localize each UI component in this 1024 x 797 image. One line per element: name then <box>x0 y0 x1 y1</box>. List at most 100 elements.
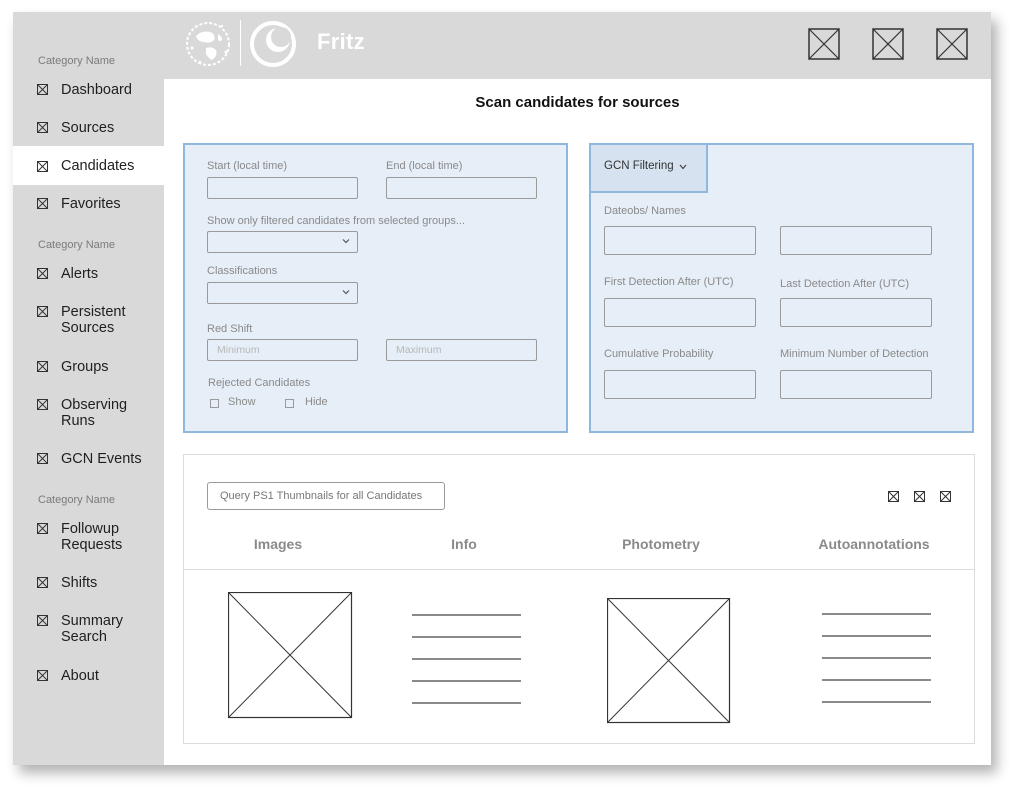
info-line-placeholder <box>412 614 521 616</box>
sidebar-item-about[interactable]: About <box>13 664 164 700</box>
sidebar-category-label: Category Name <box>38 494 116 506</box>
photometry-plot-placeholder <box>606 597 731 729</box>
autoannotation-line-placeholder <box>822 657 931 659</box>
sidebar-item-persistent-sources[interactable]: Persistent Sources <box>13 300 164 344</box>
results-header-divider <box>184 569 974 570</box>
column-header-images: Images <box>253 536 303 552</box>
cumulative-probability-label: Cumulative Probability <box>604 348 714 360</box>
moon-logo-icon[interactable] <box>248 19 298 69</box>
start-time-input[interactable] <box>207 177 358 199</box>
placeholder-x-icon <box>37 453 48 464</box>
redshift-min-placeholder: Minimum <box>217 344 260 356</box>
sidebar-item-observing-runs[interactable]: Observing Runs <box>13 393 164 437</box>
sidebar-item-label: Persistent Sources <box>61 304 126 336</box>
chevron-down-icon <box>342 239 350 244</box>
autoannotation-line-placeholder <box>822 701 931 703</box>
sidebar-item-groups[interactable]: Groups <box>13 355 164 391</box>
sidebar-item-label: Groups <box>61 359 109 375</box>
sidebar-item-label: About <box>61 668 99 684</box>
autoannotation-line-placeholder <box>822 679 931 681</box>
placeholder-x-icon <box>37 122 48 133</box>
candidate-image-placeholder <box>227 591 353 724</box>
sidebar-item-shifts[interactable]: Shifts <box>13 571 164 607</box>
cumulative-probability-input[interactable] <box>604 370 756 399</box>
redshift-label: Red Shift <box>207 323 253 335</box>
placeholder-x-icon <box>37 84 48 95</box>
redshift-max-input[interactable]: Maximum <box>386 339 537 361</box>
query-ps1-thumbnails-label: Query PS1 Thumbnails for all Candidates <box>220 490 423 502</box>
info-line-placeholder <box>412 658 521 660</box>
sidebar-item-label: Summary Search <box>61 613 124 645</box>
header-placeholder-icon[interactable] <box>872 28 904 60</box>
show-rejected-label: Show <box>228 396 256 408</box>
placeholder-x-icon <box>37 577 48 588</box>
header-placeholder-icon[interactable] <box>936 28 968 60</box>
placeholder-x-icon[interactable] <box>888 489 899 502</box>
placeholder-x-icon <box>37 198 48 209</box>
candidate-filter-panel: Start (local time) End (local time) Show… <box>183 143 568 433</box>
first-detection-label: First Detection After (UTC) <box>604 276 734 288</box>
page-title: Scan candidates for sources <box>475 94 680 111</box>
sidebar-item-label: Sources <box>61 120 115 136</box>
chevron-down-icon <box>342 290 350 295</box>
column-header-photometry: Photometry <box>622 536 700 552</box>
classifications-select[interactable] <box>207 282 358 304</box>
sidebar: Category Name Dashboard Sources Candidat… <box>13 12 164 765</box>
names-input[interactable] <box>780 226 932 255</box>
globe-logo-icon[interactable] <box>182 18 234 70</box>
first-detection-input[interactable] <box>604 298 756 327</box>
sidebar-item-label: Candidates <box>61 158 135 174</box>
sidebar-item-label: Observing Runs <box>61 397 128 429</box>
redshift-min-input[interactable]: Minimum <box>207 339 358 361</box>
placeholder-x-icon <box>37 306 48 317</box>
redshift-max-placeholder: Maximum <box>396 344 442 356</box>
query-ps1-thumbnails-button[interactable]: Query PS1 Thumbnails for all Candidates <box>207 482 445 510</box>
sidebar-item-dashboard[interactable]: Dashboard <box>13 78 164 114</box>
info-line-placeholder <box>412 702 521 704</box>
candidates-results-card: Query PS1 Thumbnails for all Candidates … <box>183 454 975 744</box>
sidebar-item-followup-requests[interactable]: Followup Requests <box>13 517 164 561</box>
sidebar-item-label: Dashboard <box>61 82 132 98</box>
column-header-info: Info <box>451 536 477 552</box>
placeholder-x-icon <box>37 361 48 372</box>
sidebar-item-candidates[interactable]: Candidates <box>13 146 164 185</box>
placeholder-x-icon[interactable] <box>914 489 925 502</box>
groups-filter-label: Show only filtered candidates from selec… <box>207 215 466 227</box>
placeholder-x-icon <box>37 670 48 681</box>
top-bar: Fritz <box>164 12 991 79</box>
last-detection-input[interactable] <box>780 298 932 327</box>
autoannotation-line-placeholder <box>822 635 931 637</box>
hide-rejected-checkbox[interactable] <box>285 399 294 408</box>
sidebar-item-label: Followup Requests <box>61 521 123 553</box>
gcn-filtering-tab-label: GCN Filtering <box>604 160 674 172</box>
last-detection-label: Last Detection After (UTC) <box>780 278 909 290</box>
min-detections-label: Minimum Number of Detection <box>780 348 929 360</box>
sidebar-item-label: Alerts <box>61 266 99 282</box>
min-detections-input[interactable] <box>780 370 932 399</box>
sidebar-item-alerts[interactable]: Alerts <box>13 262 164 298</box>
column-header-autoannotations: Autoannotations <box>818 536 930 552</box>
header-placeholder-icon[interactable] <box>808 28 840 60</box>
brand-name: Fritz <box>317 29 365 54</box>
logo-divider <box>240 20 241 66</box>
placeholder-x-icon[interactable] <box>940 489 951 502</box>
groups-select[interactable] <box>207 231 358 253</box>
rejected-candidates-label: Rejected Candidates <box>208 377 311 389</box>
gcn-filtering-tab[interactable]: GCN Filtering <box>591 145 708 193</box>
dateobs-input[interactable] <box>604 226 756 255</box>
placeholder-x-icon <box>37 161 48 172</box>
end-time-input[interactable] <box>386 177 537 199</box>
chevron-down-icon <box>679 164 687 170</box>
sidebar-item-label: Shifts <box>61 575 98 591</box>
sidebar-category-label: Category Name <box>38 55 116 67</box>
start-time-label: Start (local time) <box>207 160 288 172</box>
placeholder-x-icon <box>37 399 48 410</box>
sidebar-item-favorites[interactable]: Favorites <box>13 192 164 228</box>
dateobs-label: Dateobs/ Names <box>604 205 686 217</box>
sidebar-item-label: Favorites <box>61 196 121 212</box>
sidebar-item-summary-search[interactable]: Summary Search <box>13 609 164 653</box>
show-rejected-checkbox[interactable] <box>210 399 219 408</box>
gcn-filter-panel: GCN Filtering Dateobs/ Names First Detec… <box>589 143 974 433</box>
placeholder-x-icon <box>37 268 48 279</box>
sidebar-item-gcn-events[interactable]: GCN Events <box>13 447 164 483</box>
